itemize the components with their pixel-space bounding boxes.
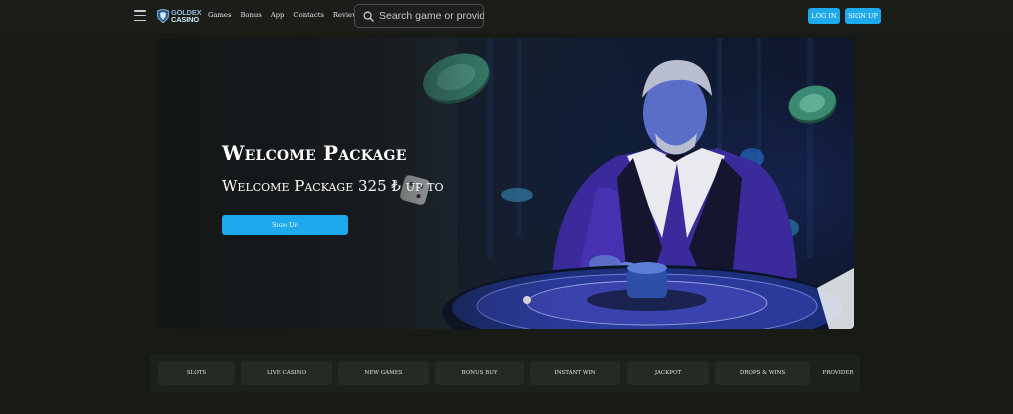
top-header: GOLDEX CASINO Games Bonus App Contacts R… xyxy=(0,0,1013,33)
tab-slots[interactable]: Slots xyxy=(158,361,235,385)
search-box[interactable] xyxy=(354,4,484,28)
tab-provider[interactable]: Provider xyxy=(816,361,860,385)
search-icon xyxy=(363,11,374,22)
tab-new-games[interactable]: New games xyxy=(338,361,429,385)
nav-bonus[interactable]: Bonus xyxy=(240,11,261,19)
hero-subtitle: Welcome Package 325 ₺ up to xyxy=(222,177,444,195)
signup-button[interactable]: SIGN UP xyxy=(845,8,881,24)
nav-games[interactable]: Games xyxy=(208,11,231,19)
tab-live-casino[interactable]: Live casino xyxy=(241,361,332,385)
tab-drops-wins[interactable]: Drops & wins xyxy=(715,361,810,385)
search-input[interactable] xyxy=(379,10,484,22)
shield-logo-icon xyxy=(157,9,169,23)
login-button[interactable]: LOG IN xyxy=(808,8,840,24)
casino-logo[interactable]: GOLDEX CASINO xyxy=(157,8,202,24)
logo-line2: CASINO xyxy=(171,15,199,24)
logo-text: GOLDEX CASINO xyxy=(171,9,202,24)
tab-bonus-buy[interactable]: Bonus buy xyxy=(435,361,524,385)
tab-instant-win[interactable]: Instant win xyxy=(530,361,620,385)
hero-signup-button[interactable]: Sign Up xyxy=(222,215,348,235)
hero-banner: Welcome Package Welcome Package 325 ₺ up… xyxy=(157,38,854,329)
nav-app[interactable]: App xyxy=(271,11,285,19)
main-nav: Games Bonus App Contacts Reviews xyxy=(208,11,361,19)
hamburger-icon[interactable] xyxy=(134,10,146,21)
hero-title: Welcome Package xyxy=(222,141,407,165)
category-tabs: Slots Live casino New games Bonus buy In… xyxy=(150,354,860,392)
tab-jackpot[interactable]: Jackpot xyxy=(627,361,709,385)
nav-contacts[interactable]: Contacts xyxy=(293,11,323,19)
